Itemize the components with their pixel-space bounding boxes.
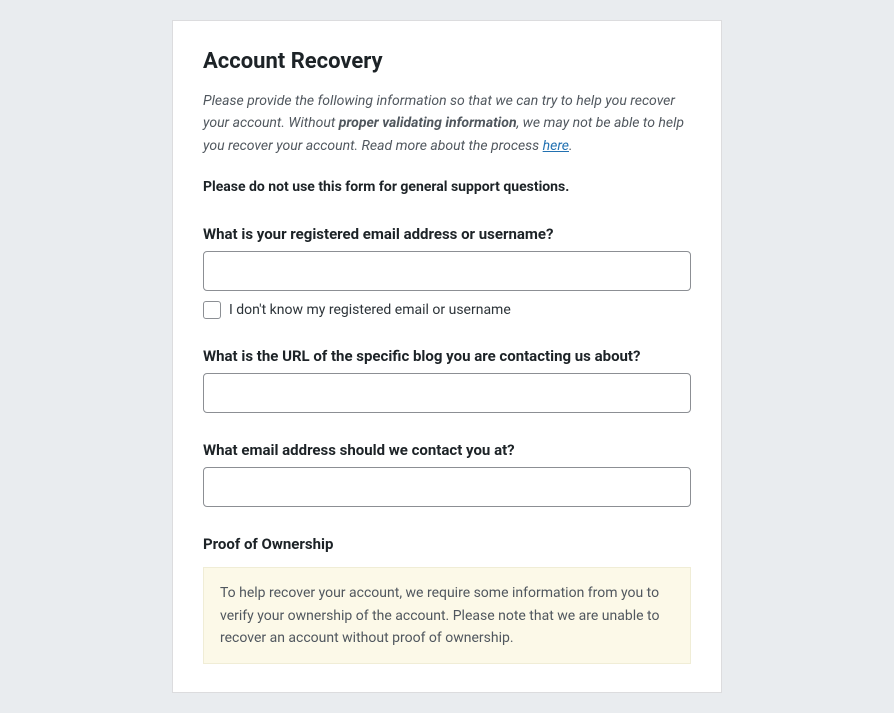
blog-url-group: What is the URL of the specific blog you… (203, 347, 691, 413)
contact-email-label: What email address should we contact you… (203, 441, 691, 459)
intro-text: Please provide the following information… (203, 90, 691, 157)
process-link[interactable]: here (543, 138, 569, 154)
unknown-email-row: I don't know my registered email or user… (203, 301, 691, 319)
email-username-label: What is your registered email address or… (203, 225, 691, 243)
proof-notice: To help recover your account, we require… (203, 567, 691, 664)
blog-url-input[interactable] (203, 373, 691, 413)
contact-email-group: What email address should we contact you… (203, 441, 691, 507)
warning-text: Please do not use this form for general … (203, 179, 691, 195)
email-username-group: What is your registered email address or… (203, 225, 691, 319)
email-username-input[interactable] (203, 251, 691, 291)
intro-bold: proper validating information (339, 115, 517, 131)
contact-email-input[interactable] (203, 467, 691, 507)
unknown-email-checkbox[interactable] (203, 301, 221, 319)
blog-url-label: What is the URL of the specific blog you… (203, 347, 691, 365)
page-title: Account Recovery (203, 49, 691, 74)
account-recovery-form: Account Recovery Please provide the foll… (172, 20, 722, 693)
unknown-email-label: I don't know my registered email or user… (229, 302, 511, 318)
proof-title: Proof of Ownership (203, 535, 691, 553)
intro-part3: . (569, 138, 573, 154)
